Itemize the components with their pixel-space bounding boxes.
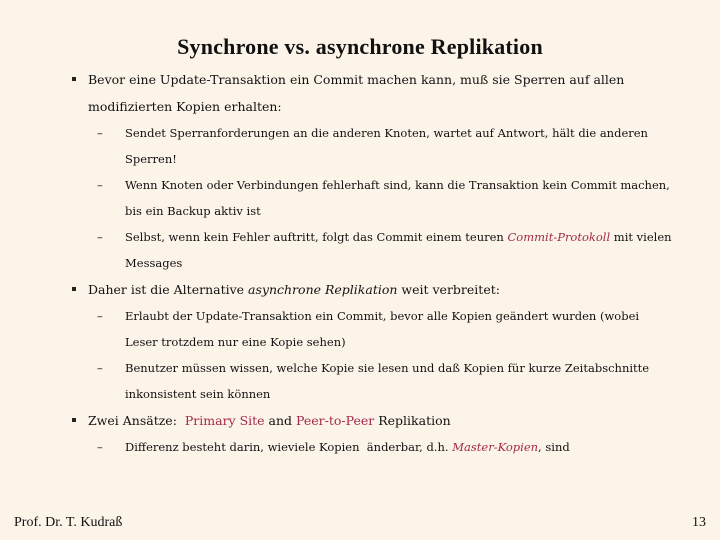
sub-bullet-text: Sendet Sperranforderungen an die anderen… xyxy=(125,126,648,166)
bullet-text: Daher ist die Alternative xyxy=(88,282,249,297)
footer-author: Prof. Dr. T. Kudraß xyxy=(14,515,123,530)
sub-bullet: – Differenz besteht darin, wieviele Kopi… xyxy=(97,434,675,460)
bullet-square-icon xyxy=(72,287,76,291)
bullet-text: weit verbreitet: xyxy=(397,282,500,297)
sub-bullet-text: Erlaubt der Update-Transaktion ein Commi… xyxy=(125,309,640,349)
sub-bullet: – Erlaubt der Update-Transaktion ein Com… xyxy=(97,303,675,355)
peer-to-peer-term: Peer-to-Peer xyxy=(296,413,375,428)
sub-bullet-text: Wenn Knoten oder Verbindungen fehlerhaft… xyxy=(125,178,670,218)
slide-title: Synchrone vs. asynchrone Replikation xyxy=(177,34,543,59)
dash-icon: – xyxy=(97,309,103,323)
asynchrone-replikation-term: asynchrone Replikation xyxy=(248,282,398,297)
sub-bullet: – Sendet Sperranforderungen an die ander… xyxy=(97,120,675,172)
sub-bullet-text: Benutzer müssen wissen, welche Kopie sie… xyxy=(125,361,650,401)
bullet-square-icon xyxy=(72,418,76,422)
dash-icon: – xyxy=(97,178,103,192)
bullet-2: Daher ist die Alternative asynchrone Rep… xyxy=(72,276,678,303)
sub-bullet-text: Selbst, wenn kein Fehler auftritt, folgt… xyxy=(125,230,508,244)
master-kopien-term: Master-Kopien xyxy=(452,440,539,454)
sub-bullet-text: , sind xyxy=(538,440,570,454)
page-number: 13 xyxy=(692,515,706,530)
dash-icon: – xyxy=(97,440,103,454)
bullet-text: Bevor eine Update-Transaktion ein Commit… xyxy=(88,72,625,114)
sub-bullet: – Wenn Knoten oder Verbindungen fehlerha… xyxy=(97,172,675,224)
bullet-text: Zwei Ansätze: xyxy=(88,413,185,428)
commit-protokoll-term: Commit-Protokoll xyxy=(507,230,611,244)
sub-bullet: – Selbst, wenn kein Fehler auftritt, fol… xyxy=(97,224,675,276)
bullet-square-icon xyxy=(72,77,76,81)
sub-bullet: – Benutzer müssen wissen, welche Kopie s… xyxy=(97,355,675,407)
bullet-text: and xyxy=(264,413,297,428)
bullet-3: Zwei Ansätze: Primary Site and Peer-to-P… xyxy=(72,407,678,434)
dash-icon: – xyxy=(97,230,103,244)
dash-icon: – xyxy=(97,361,103,375)
primary-site-term: Primary Site xyxy=(184,413,265,428)
bullet-1: Bevor eine Update-Transaktion ein Commit… xyxy=(72,66,678,120)
slide-body: Bevor eine Update-Transaktion ein Commit… xyxy=(0,66,720,460)
dash-icon: – xyxy=(97,126,103,140)
bullet-text: Replikation xyxy=(374,413,451,428)
sub-bullet-text: Differenz besteht darin, wieviele Kopien… xyxy=(125,440,453,454)
